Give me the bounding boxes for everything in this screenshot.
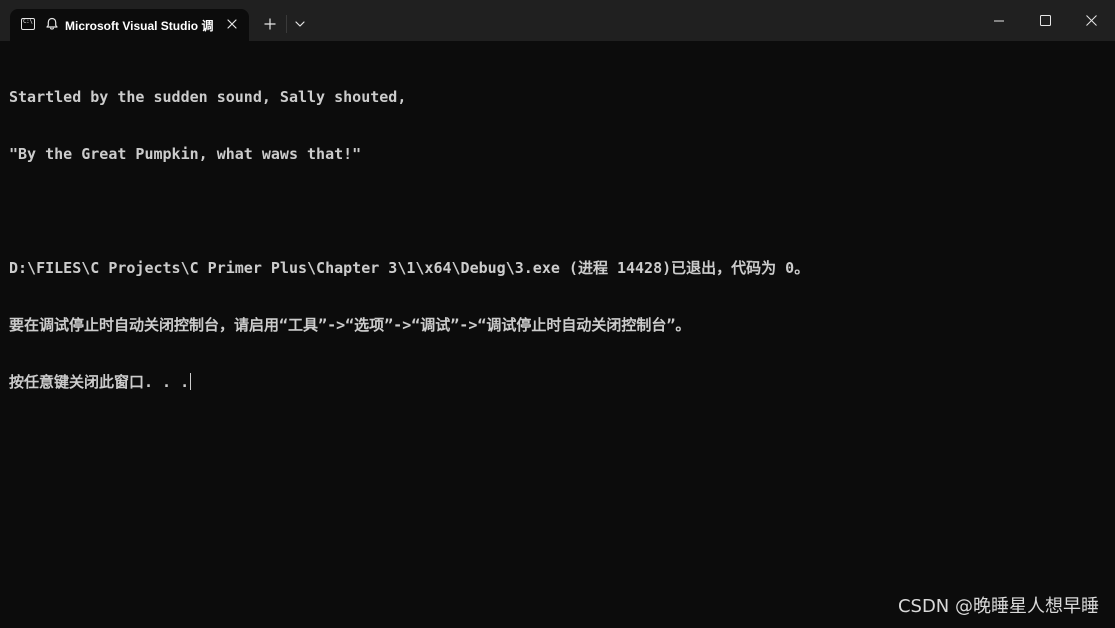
maximize-icon — [1039, 15, 1051, 26]
console-line: "By the Great Pumpkin, what waws that!" — [9, 145, 362, 163]
console-line-prompt: 按任意键关闭此窗口. . . — [9, 373, 1099, 392]
tab-active[interactable]: C:\ Microsoft Visual Studio 调 — [10, 9, 249, 41]
titlebar-divider — [286, 15, 287, 33]
console-line: 按任意键关闭此窗口. . . — [9, 373, 190, 391]
text-cursor — [190, 373, 192, 390]
chevron-down-icon — [295, 21, 305, 27]
console-line: 要在调试停止时自动关闭控制台，请启用“工具”->“选项”->“调试”->“调试停… — [9, 316, 691, 334]
terminal-window: C:\ Microsoft Visual Studio 调 Startled b… — [0, 0, 1115, 628]
console-line: Startled by the sudden sound, Sally shou… — [9, 88, 407, 106]
tab-title: Microsoft Visual Studio 调 — [65, 19, 214, 33]
minimize-icon — [994, 20, 1004, 21]
console-icon: C:\ — [21, 18, 35, 30]
close-icon — [1085, 15, 1097, 26]
close-window-button[interactable] — [1068, 0, 1114, 41]
title-bar[interactable]: C:\ Microsoft Visual Studio 调 — [0, 0, 1115, 41]
plus-icon — [264, 18, 276, 30]
tab-dropdown-button[interactable] — [290, 13, 310, 35]
bell-icon — [46, 17, 58, 30]
close-icon — [227, 19, 237, 29]
maximize-button[interactable] — [1022, 0, 1068, 41]
tab-close-button[interactable] — [222, 14, 242, 34]
console-icon-text: C:\ — [23, 18, 33, 25]
console-line: D:\FILES\C Projects\C Primer Plus\Chapte… — [9, 259, 810, 277]
watermark: CSDN @晚睡星人想早睡 — [897, 596, 1099, 617]
minimize-button[interactable] — [976, 0, 1022, 41]
new-tab-button[interactable] — [259, 13, 281, 35]
console-output[interactable]: Startled by the sudden sound, Sally shou… — [9, 50, 1099, 430]
